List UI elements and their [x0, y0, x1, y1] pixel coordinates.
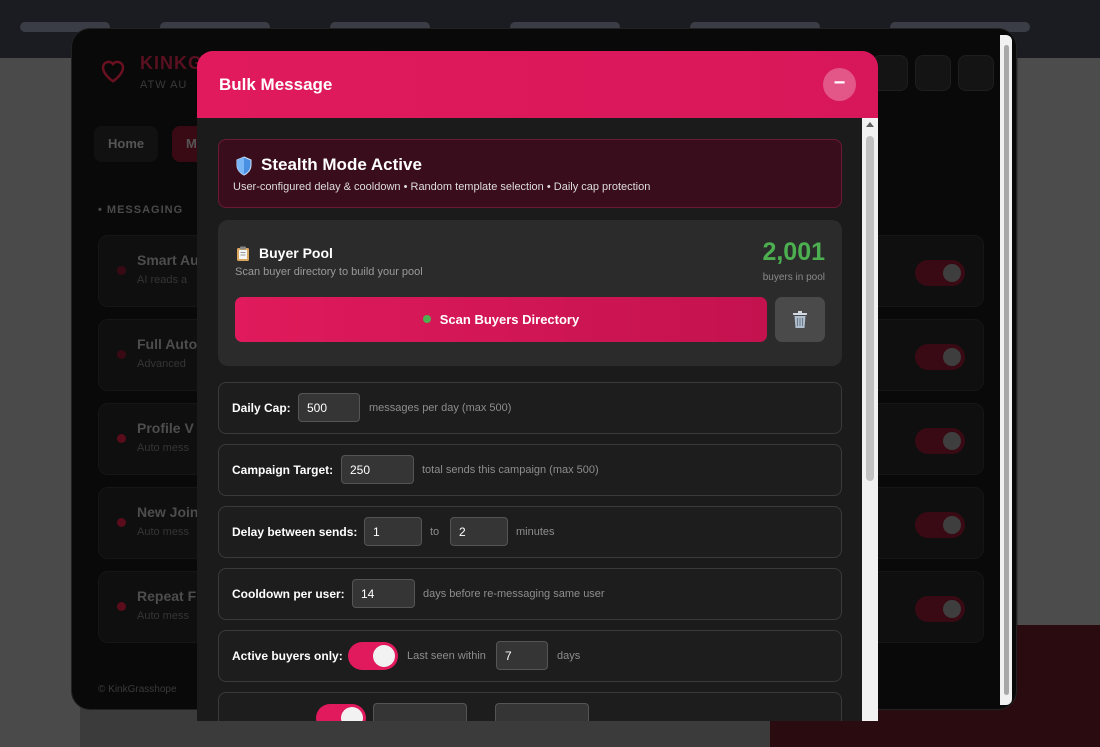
section-messaging-label: • MESSAGING	[98, 204, 184, 216]
clipboard-icon	[237, 246, 249, 261]
tab-home[interactable]: Home	[94, 126, 159, 162]
delay-unit-label: minutes	[516, 526, 555, 538]
last-seen-days-unit: days	[557, 650, 581, 662]
modal-title: Bulk Message	[219, 75, 333, 94]
bulk-message-modal: Bulk Message − Stealth Mode Active User-…	[197, 51, 878, 721]
active-buyers-toggle[interactable]	[348, 642, 398, 670]
delay-min-input[interactable]: 1	[364, 517, 422, 546]
panel-scrollbar-thumb[interactable]	[1004, 45, 1009, 695]
campaign-target-hint: total sends this campaign (max 500)	[422, 464, 599, 476]
delay-to-label: to	[430, 526, 440, 538]
scroll-up-icon[interactable]	[866, 122, 874, 127]
scan-buyers-button[interactable]: Scan Buyers Directory	[235, 297, 767, 342]
modal-scrollbar-thumb[interactable]	[866, 136, 874, 481]
heart-logo-icon	[101, 60, 125, 83]
cooldown-row: Cooldown per user: 14 days before re-mes…	[218, 568, 842, 620]
stealth-subtitle: User-configured delay & cooldown • Rando…	[233, 181, 651, 193]
stealth-title: Stealth Mode Active	[261, 155, 422, 174]
next-setting-input-2[interactable]	[495, 703, 589, 721]
status-dot-icon	[422, 315, 431, 323]
next-setting-toggle[interactable]	[316, 704, 366, 721]
daily-cap-label: Daily Cap:	[232, 401, 291, 415]
background-left-column	[0, 58, 80, 747]
cooldown-hint: days before re-messaging same user	[423, 588, 605, 600]
daily-cap-input[interactable]: 500	[298, 393, 360, 422]
feature-toggle[interactable]	[915, 260, 965, 286]
background-right-column	[1018, 58, 1100, 628]
last-seen-days-input[interactable]: 7	[496, 641, 548, 670]
buyer-pool-subtitle: Scan buyer directory to build your pool	[235, 266, 423, 278]
feature-toggle[interactable]	[915, 344, 965, 370]
panel-footer: © KinkGrasshope	[98, 684, 177, 695]
feature-toggle[interactable]	[915, 428, 965, 454]
last-seen-label: Last seen within	[407, 650, 486, 662]
campaign-target-input[interactable]: 250	[341, 455, 414, 484]
campaign-target-label: Campaign Target:	[232, 463, 334, 477]
panel-brand: KINKG	[140, 53, 203, 73]
modal-header: Bulk Message −	[197, 51, 878, 118]
power-icon[interactable]	[915, 55, 951, 91]
buyer-pool-card: Buyer Pool Scan buyer directory to build…	[218, 220, 842, 366]
next-setting-row	[218, 692, 842, 721]
minimize-panel-button[interactable]	[958, 55, 994, 91]
modal-body: Stealth Mode Active User-configured dela…	[197, 118, 862, 721]
clear-pool-button[interactable]	[775, 297, 825, 342]
shield-icon	[236, 156, 252, 176]
active-buyers-label: Active buyers only:	[232, 649, 343, 663]
active-buyers-row: Active buyers only: Last seen within 7 d…	[218, 630, 842, 682]
feature-toggle[interactable]	[915, 596, 965, 622]
modal-scrollbar[interactable]	[862, 118, 878, 721]
delay-max-input[interactable]: 2	[450, 517, 508, 546]
panel-brand-sub: ATW AU	[140, 79, 188, 91]
buyer-pool-title: Buyer Pool	[259, 245, 333, 261]
daily-cap-row: Daily Cap: 500 messages per day (max 500…	[218, 382, 842, 434]
stealth-mode-banner: Stealth Mode Active User-configured dela…	[218, 139, 842, 208]
feature-toggle[interactable]	[915, 512, 965, 538]
buyer-pool-count: 2,001	[762, 238, 825, 266]
next-setting-input-1[interactable]	[373, 703, 467, 721]
delay-label: Delay between sends:	[232, 525, 358, 539]
minimize-modal-button[interactable]: −	[823, 68, 856, 101]
buyer-pool-count-label: buyers in pool	[762, 272, 825, 283]
cooldown-input[interactable]: 14	[352, 579, 415, 608]
cooldown-label: Cooldown per user:	[232, 587, 345, 601]
delay-row: Delay between sends: 1 to 2 minutes	[218, 506, 842, 558]
campaign-target-row: Campaign Target: 250 total sends this ca…	[218, 444, 842, 496]
daily-cap-hint: messages per day (max 500)	[369, 402, 512, 414]
trash-icon	[793, 311, 807, 328]
